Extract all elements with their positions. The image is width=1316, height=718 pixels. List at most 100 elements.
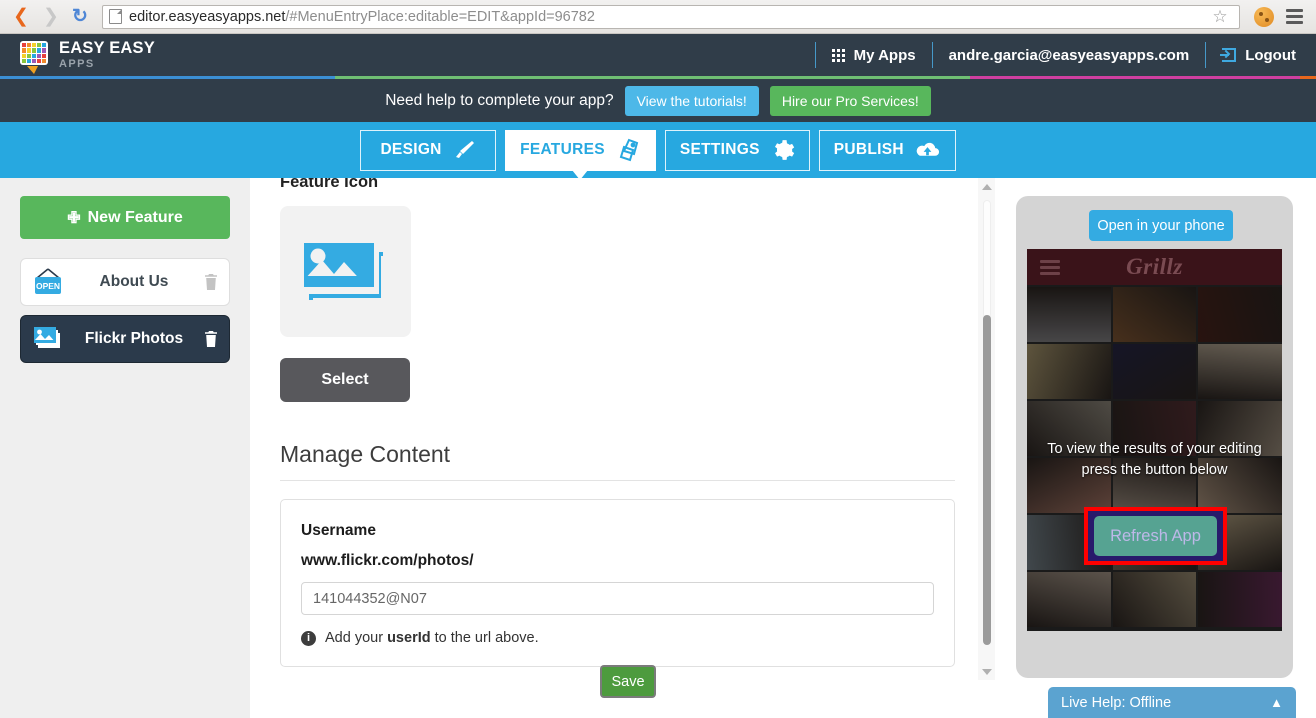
tab-settings[interactable]: SETTINGS [664,129,810,171]
new-feature-label: New Feature [87,208,183,226]
view-tutorials-button[interactable]: View the tutorials! [624,85,759,116]
username-hint: i Add your userId to the url above. [301,630,934,646]
phone-app-header: Grillz [1027,249,1282,285]
photo-thumbnail[interactable] [1198,344,1282,399]
flickr-url-prefix: www.flickr.com/photos/ [301,552,474,569]
url-host: editor.easyeasyapps.net [129,8,286,25]
trash-icon[interactable] [203,273,219,291]
header-right-group: My Apps andre.garcia@easyeasyapps.com Lo… [814,42,1316,68]
cloud-upload-icon [916,142,939,156]
main-tab-strip: DESIGN FEATURES SETTINGS PUBLISH [0,122,1316,180]
browser-toolbar: ❮ ❯ ↻ editor.easyeasyapps.net/#MenuEntry… [0,0,1316,34]
divider [814,42,816,68]
manage-content-title: Manage Content [280,441,451,467]
url-bar[interactable]: editor.easyeasyapps.net/#MenuEntryPlace:… [102,4,1240,29]
gear-icon [774,139,794,160]
chevron-up-icon[interactable]: ▲ [1270,695,1283,710]
features-sidebar: ✙ New Feature OPEN About Us Flickr Photo… [0,178,250,718]
hint-prefix: Add your [325,630,384,646]
phone-screen: Grillz To view the results of your editi… [1027,249,1282,631]
preview-overlay-message: To view the results of your editing pres… [1027,439,1282,481]
content-scrollbar[interactable] [978,178,995,680]
live-help-label: Live Help: Offline [1061,694,1172,711]
tab-settings-label: SETTINGS [679,141,760,158]
scrollbar-thumb[interactable] [983,315,991,645]
hint-keyword: userId [387,630,431,646]
divider [280,480,955,481]
app-brand-title: Grillz [1126,254,1183,279]
open-in-phone-button[interactable]: Open in your phone [1089,210,1233,241]
hint-suffix: to the url above. [434,630,539,646]
tab-design[interactable]: DESIGN [360,129,497,171]
photo-thumbnail[interactable] [1198,287,1282,342]
logout-button[interactable]: Logout [1206,47,1316,64]
sidebar-item-about-us[interactable]: OPEN About Us [20,258,230,306]
divider [931,42,933,68]
promo-message: Need help to complete your app? [385,91,614,109]
photo-thumbnail[interactable] [1112,572,1197,627]
feature-icon-label: Feature Icon [280,178,379,191]
tab-design-label: DESIGN [380,141,442,158]
svg-text:OPEN: OPEN [36,281,60,291]
tab-publish[interactable]: PUBLISH [818,129,956,171]
my-apps-label: My Apps [853,46,916,64]
tags-icon [619,138,639,162]
photo-thumbnail[interactable] [1027,287,1111,342]
scroll-down-arrow-icon[interactable] [978,663,995,680]
trash-icon[interactable] [203,330,219,348]
scroll-up-arrow-icon[interactable] [978,178,995,195]
feature-icon-preview [280,206,411,337]
my-apps-link[interactable]: My Apps [816,47,932,64]
back-arrow-icon[interactable]: ❮ [6,3,36,31]
tab-publish-label: PUBLISH [833,141,904,158]
username-input[interactable] [301,582,934,615]
account-email-label: andre.garcia@easyeasyapps.com [948,46,1190,64]
refresh-app-button[interactable]: Refresh App [1094,516,1217,556]
page-icon [109,9,122,24]
photo-stack-icon [300,239,387,304]
scrollbar-track-upper [983,200,991,318]
feature-editor-panel: Feature Icon Select Manage Content Usern… [250,178,995,718]
username-card: Username www.flickr.com/photos/ i Add yo… [280,499,955,667]
hire-pro-services-button[interactable]: Hire our Pro Services! [769,85,931,116]
overlay-line-1: To view the results of your editing [1047,441,1262,457]
cookie-icon[interactable] [1254,6,1274,27]
logo-title: EASY EASY [59,39,155,58]
logo-mark-icon [20,41,50,74]
new-feature-button[interactable]: ✙ New Feature [20,196,230,239]
tab-features[interactable]: FEATURES [505,129,656,180]
photo-thumbnail[interactable] [1027,344,1111,399]
apps-grid-icon [831,48,845,62]
photo-thumbnail[interactable] [1198,572,1282,627]
divider [1205,42,1207,68]
logo-subtitle: APPS [59,57,95,70]
photo-thumbnail[interactable] [1112,287,1197,342]
sidebar-item-flickr-photos[interactable]: Flickr Photos [20,315,230,363]
reload-icon[interactable]: ↻ [66,3,94,31]
url-path: /#MenuEntryPlace:editable=EDIT&appId=967… [285,8,595,25]
live-help-bar[interactable]: Live Help: Offline ▲ [1048,687,1296,718]
logout-icon [1220,48,1237,62]
photo-stack-icon [34,327,60,348]
photo-thumbnail[interactable] [1112,344,1197,399]
scrollbar-track[interactable] [983,195,991,663]
save-button[interactable]: Save [600,665,656,698]
plus-icon: ✙ [67,209,81,227]
logout-label: Logout [1245,46,1296,64]
bookmark-star-icon[interactable]: ☆ [1207,7,1233,27]
hamburger-menu-icon[interactable] [1282,9,1306,24]
forward-arrow-icon[interactable]: ❯ [36,3,66,31]
photo-thumbnail[interactable] [1027,572,1111,627]
tab-features-label: FEATURES [520,141,605,158]
sidebar-item-label: Flickr Photos [84,330,184,347]
account-email[interactable]: andre.garcia@easyeasyapps.com [933,47,1206,64]
app-header: EASY EASY APPS My Apps andre.garcia@easy… [0,34,1316,76]
promo-bar: Need help to complete your app? View the… [0,79,1316,122]
select-icon-button[interactable]: Select [280,358,410,402]
refresh-app-highlight: Refresh App [1084,507,1227,565]
phone-preview-panel: Open in your phone Grillz To view the re… [1016,196,1293,678]
info-icon: i [301,630,316,646]
logo[interactable]: EASY EASY APPS [20,39,155,74]
username-label: Username [301,522,376,539]
paintbrush-icon [455,141,474,158]
